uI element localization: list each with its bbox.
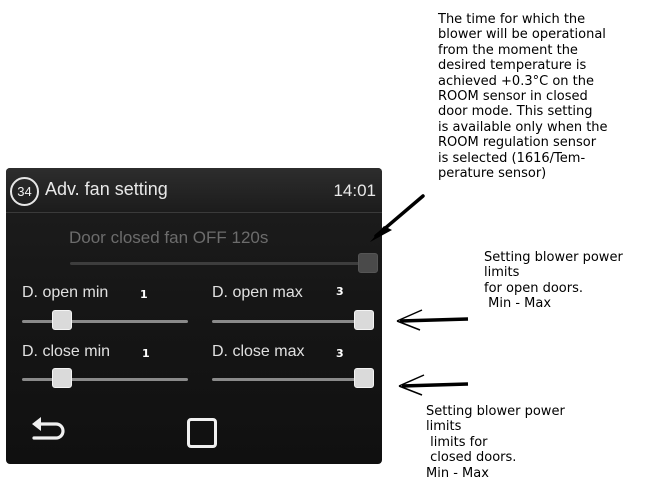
annotation-open-doors: Setting blower power limits for open doo… (484, 250, 623, 312)
annotation-line: perature sensor) (438, 166, 547, 182)
annotation-closed-doors: Setting blower power limits limits for c… (426, 404, 565, 481)
annotation-line: limits for (426, 434, 488, 450)
annotation-line: is selected (1616/Tem- (438, 150, 586, 166)
annotation-line: limits (426, 419, 462, 435)
annotation-line: for open doors. (484, 280, 583, 296)
annotation-line: closed doors. (426, 450, 517, 466)
annotation-line: Min - Max (426, 465, 489, 481)
annotation-line: Setting blower power (426, 404, 565, 419)
annotation-line: from the moment the (438, 42, 578, 58)
annotation-line: Setting blower power (484, 250, 623, 265)
annotation-line: ROOM regulation sensor (438, 135, 597, 151)
annotation-line: ROOM sensor in closed (438, 89, 588, 105)
annotation-door-closed-fan: The time for which the blower will be op… (438, 12, 608, 181)
annotation-line: Min - Max (484, 296, 552, 312)
annotation-line: achieved +0.3°C on the (438, 73, 594, 89)
annotation-line: desired temperature is (438, 58, 587, 74)
annotation-line: The time for which the (438, 12, 586, 27)
annotation-line: is available only when the (438, 119, 608, 135)
annotation-line: blower will be operational (438, 27, 606, 43)
annotation-line: limits (484, 265, 520, 281)
annotation-line: door mode. This setting (438, 104, 593, 120)
